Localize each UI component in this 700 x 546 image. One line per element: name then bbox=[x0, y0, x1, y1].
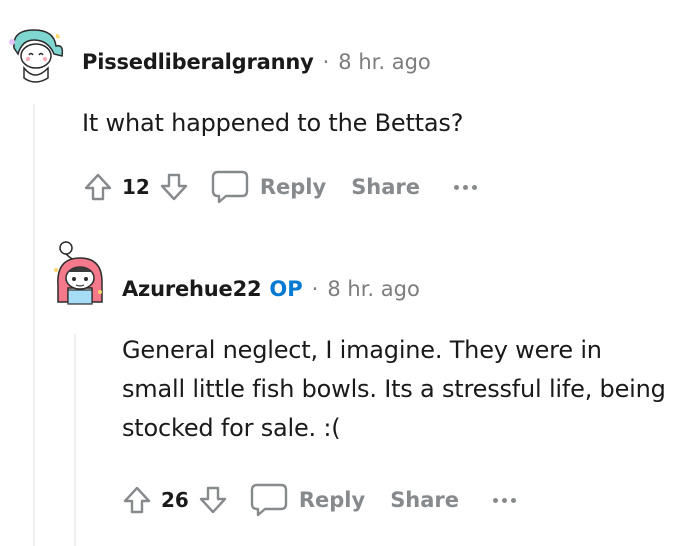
reply-label: Reply bbox=[259, 175, 327, 199]
share-button[interactable]: Share bbox=[351, 175, 420, 199]
op-badge: OP bbox=[269, 277, 303, 301]
comment-body: It what happened to the Bettas? bbox=[82, 109, 464, 137]
vote-score: 26 bbox=[161, 488, 189, 512]
timestamp[interactable]: 8 hr. ago bbox=[327, 277, 419, 301]
more-options-button[interactable] bbox=[489, 494, 520, 507]
meta-separator: · bbox=[311, 277, 319, 301]
comment-actions: 12 Reply Share bbox=[80, 167, 481, 207]
comment-meta: Pissedliberalgranny · 8 hr. ago bbox=[82, 50, 431, 74]
upvote-arrow-icon bbox=[84, 173, 112, 201]
dot-icon bbox=[502, 497, 508, 503]
avatar[interactable] bbox=[48, 240, 110, 316]
username[interactable]: Azurehue22 bbox=[122, 277, 262, 301]
upvote-button[interactable] bbox=[119, 482, 155, 518]
vote-score: 12 bbox=[122, 175, 150, 199]
reply-label: Reply bbox=[298, 488, 366, 512]
username[interactable]: Pissedliberalgranny bbox=[82, 50, 314, 74]
dot-icon bbox=[463, 184, 469, 190]
timestamp[interactable]: 8 hr. ago bbox=[338, 50, 430, 74]
downvote-button[interactable] bbox=[156, 169, 192, 205]
comment-body: General neglect, I imagine. They were in… bbox=[122, 336, 666, 442]
downvote-arrow-icon bbox=[199, 486, 227, 514]
comment-bubble-icon bbox=[250, 483, 288, 517]
reply-button[interactable]: Reply bbox=[249, 482, 365, 518]
thread-line-1[interactable] bbox=[33, 104, 35, 546]
more-options-button[interactable] bbox=[450, 181, 481, 194]
upvote-arrow-icon bbox=[123, 486, 151, 514]
comment-meta: Azurehue22 OP · 8 hr. ago bbox=[122, 277, 420, 301]
dot-icon bbox=[472, 184, 478, 190]
avatar[interactable] bbox=[4, 24, 66, 86]
thread-line-2[interactable] bbox=[74, 334, 76, 546]
comment-bubble-icon bbox=[211, 170, 249, 204]
downvote-button[interactable] bbox=[195, 482, 231, 518]
dot-icon bbox=[511, 497, 517, 503]
share-button[interactable]: Share bbox=[390, 488, 459, 512]
downvote-arrow-icon bbox=[160, 173, 188, 201]
snoo-avatar-icon bbox=[4, 24, 66, 86]
comment-actions: 26 Reply Share bbox=[119, 480, 520, 520]
dot-icon bbox=[454, 184, 460, 190]
dot-icon bbox=[493, 497, 499, 503]
snoo-avatar-icon bbox=[49, 241, 109, 314]
meta-separator: · bbox=[322, 50, 330, 74]
upvote-button[interactable] bbox=[80, 169, 116, 205]
reply-button[interactable]: Reply bbox=[210, 169, 326, 205]
